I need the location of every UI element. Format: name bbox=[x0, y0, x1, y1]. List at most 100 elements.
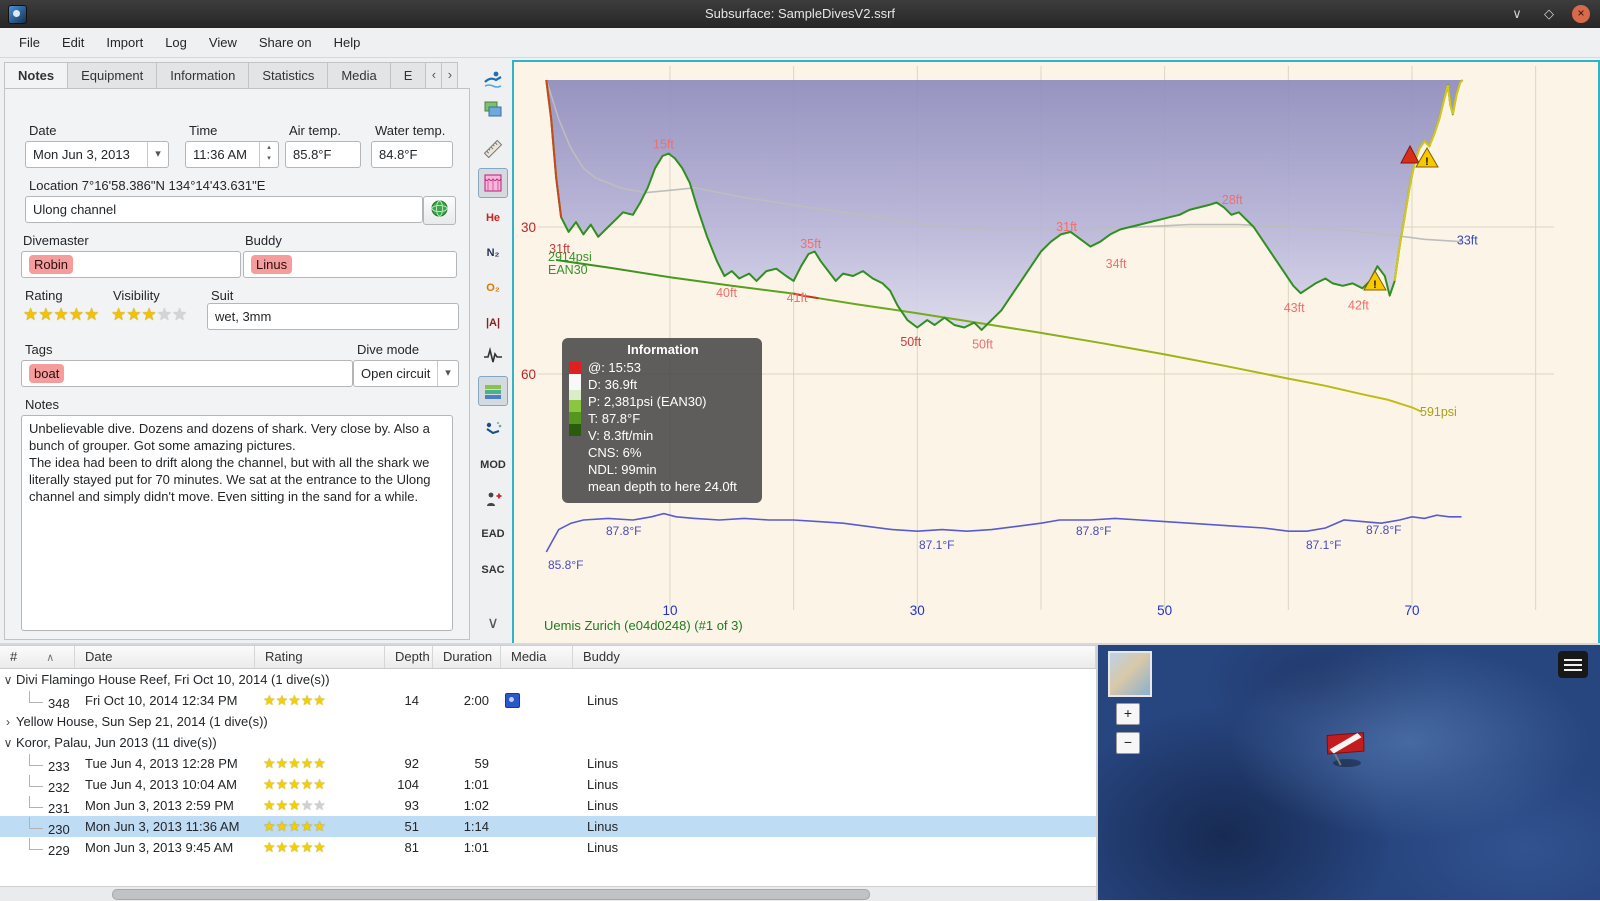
menu-bar: File Edit Import Log View Share on Help bbox=[0, 28, 1600, 58]
ead-icon[interactable]: EAD bbox=[478, 519, 508, 549]
trip-label: Yellow House, Sun Sep 21, 2014 (1 dive(s… bbox=[16, 714, 268, 729]
close-button[interactable]: × bbox=[1572, 5, 1590, 23]
air-temp-field[interactable]: 85.8°F bbox=[285, 141, 361, 168]
menu-help[interactable]: Help bbox=[323, 31, 372, 54]
time-field[interactable]: 11:36 AM ▴ ▾ bbox=[185, 141, 279, 168]
tab-notes[interactable]: Notes bbox=[4, 62, 69, 90]
scrollbar-handle[interactable] bbox=[112, 889, 870, 900]
media-icon[interactable] bbox=[505, 692, 520, 708]
dive-row-233[interactable]: 233 Tue Jun 4, 2013 12:28 PM ★★★★★ 92 59 Linu… bbox=[0, 753, 1096, 774]
dive-profile-panel[interactable]: 31ft 15ft 40ft 41ft 35ft 50ft 50ft 31ft 34ft 28ft… bbox=[512, 60, 1600, 649]
menu-view[interactable]: View bbox=[198, 31, 248, 54]
suit-field[interactable]: wet, 3mm bbox=[207, 303, 459, 330]
collapse-arrow-icon[interactable]: ∨ bbox=[0, 736, 16, 750]
tags-field[interactable]: boat bbox=[21, 360, 353, 387]
dive-flag-marker[interactable] bbox=[1320, 723, 1374, 774]
column-header-num[interactable]: # ∧ bbox=[0, 646, 75, 668]
dive-buddy: Linus bbox=[587, 819, 619, 834]
heart-rate-icon[interactable] bbox=[478, 340, 508, 370]
tab-media[interactable]: Media bbox=[328, 62, 391, 90]
dc-ceiling-icon[interactable] bbox=[478, 168, 508, 198]
minimap-overview[interactable] bbox=[1108, 651, 1152, 697]
menu-file[interactable]: File bbox=[8, 31, 51, 54]
dive-row-230[interactable]: 230 Mon Jun 3, 2013 11:36 AM ★★★★★ 51 1:14 Li… bbox=[0, 816, 1096, 837]
tank-bar-icon[interactable] bbox=[478, 376, 508, 406]
minimize-button[interactable]: ∨ bbox=[1508, 5, 1526, 23]
dive-info-panel: Notes Equipment Information Statistics Media… bbox=[4, 62, 470, 640]
dive-row-229[interactable]: 229 Mon Jun 3, 2013 9:45 AM ★★★★★ 81 1:01 Lin… bbox=[0, 837, 1096, 858]
collapse-arrow-icon[interactable]: ∨ bbox=[0, 673, 16, 687]
map-menu-button[interactable] bbox=[1558, 651, 1588, 678]
column-header-duration[interactable]: Duration bbox=[433, 646, 501, 668]
info-box-line: mean depth to here 24.0ft bbox=[588, 479, 737, 494]
divemaster-field[interactable]: Robin bbox=[21, 251, 241, 278]
helium-graph-icon[interactable]: He bbox=[478, 203, 508, 233]
tab-information[interactable]: Information bbox=[157, 62, 250, 90]
column-header-media[interactable]: Media bbox=[501, 646, 573, 668]
star-icon: ★ bbox=[23, 305, 39, 324]
dive-row-231[interactable]: 231 Mon Jun 3, 2013 2:59 PM ★★★★★ 93 1:02 Lin… bbox=[0, 795, 1096, 816]
dive-row-348[interactable]: 348 Fri Oct 10, 2014 12:34 PM ★★★★★ 14 2:00 L… bbox=[0, 690, 1096, 711]
column-header-rating[interactable]: Rating bbox=[255, 646, 385, 668]
dive-number: 231 bbox=[48, 800, 70, 816]
water-temp-field[interactable]: 84.8°F bbox=[371, 141, 453, 168]
sac-icon[interactable]: SAC bbox=[478, 555, 508, 585]
dive-depth: 92 bbox=[404, 756, 419, 771]
calculated-ceiling-icon[interactable] bbox=[478, 414, 508, 444]
toolbar-scroll-down-icon[interactable]: ∨ bbox=[478, 608, 508, 638]
photos-icon[interactable] bbox=[478, 94, 508, 124]
tab-scroll-left[interactable]: ‹ bbox=[426, 62, 443, 90]
tab-e[interactable]: E bbox=[390, 62, 427, 90]
expand-arrow-icon[interactable]: › bbox=[0, 715, 16, 729]
velocity-legend bbox=[569, 362, 581, 436]
menu-import[interactable]: Import bbox=[95, 31, 154, 54]
menu-log[interactable]: Log bbox=[154, 31, 198, 54]
sac-person-icon[interactable] bbox=[478, 485, 508, 515]
window-title: Subsurface: SampleDivesV2.ssrf bbox=[704, 6, 896, 21]
dive-mode-select[interactable]: Open circuit ▾ bbox=[353, 360, 459, 387]
menu-edit[interactable]: Edit bbox=[51, 31, 95, 54]
nitrogen-graph-icon[interactable]: N₂ bbox=[478, 238, 508, 268]
dive-date: Tue Jun 4, 2013 10:04 AM bbox=[85, 777, 238, 792]
notes-textarea[interactable] bbox=[21, 415, 453, 631]
chevron-down-icon[interactable]: ▾ bbox=[437, 361, 458, 386]
swimmer-icon[interactable] bbox=[478, 64, 508, 94]
tree-branch bbox=[29, 690, 43, 703]
tab-scroll-right[interactable]: › bbox=[442, 62, 459, 90]
air-tissue-icon[interactable]: |A| bbox=[478, 308, 508, 338]
column-header-buddy[interactable]: Buddy bbox=[573, 646, 1096, 668]
dive-trip-row[interactable]: › Yellow House, Sun Sep 21, 2014 (1 dive(… bbox=[0, 711, 1096, 732]
tab-equipment[interactable]: Equipment bbox=[68, 62, 158, 90]
dive-trip-row[interactable]: ∨ Divi Flamingo House Reef, Fri Oct 10, 2… bbox=[0, 669, 1096, 690]
date-field[interactable]: Mon Jun 3, 2013 ▾ bbox=[25, 141, 169, 168]
dive-duration: 59 bbox=[474, 756, 489, 771]
oxygen-graph-icon[interactable]: O₂ bbox=[478, 273, 508, 303]
map-panel[interactable]: + − bbox=[1098, 645, 1600, 900]
buddy-field[interactable]: Linus bbox=[243, 251, 457, 278]
zoom-in-button[interactable]: + bbox=[1116, 703, 1140, 725]
map-globe-button[interactable] bbox=[423, 196, 456, 225]
zoom-out-button[interactable]: − bbox=[1116, 732, 1140, 754]
star-icon: ★ bbox=[300, 777, 314, 792]
star-icon: ★ bbox=[288, 777, 301, 792]
svg-text:10: 10 bbox=[662, 603, 677, 618]
dive-depth: 81 bbox=[404, 840, 419, 855]
horizontal-scrollbar[interactable] bbox=[0, 886, 1096, 901]
ruler-icon[interactable] bbox=[478, 134, 508, 164]
svg-text:!: ! bbox=[1425, 156, 1429, 168]
dive-list-header[interactable]: # ∧ Date Rating Depth Duration Media Buddy bbox=[0, 646, 1096, 669]
dive-trip-row[interactable]: ∨ Koror, Palau, Jun 2013 (11 dive(s)) bbox=[0, 732, 1096, 753]
notes-tab-content: Date Mon Jun 3, 2013 ▾ Time 11:36 AM ▴ ▾ A… bbox=[4, 88, 470, 640]
column-header-depth[interactable]: Depth bbox=[385, 646, 433, 668]
dive-row-232[interactable]: 232 Tue Jun 4, 2013 10:04 AM ★★★★★ 104 1:01 L… bbox=[0, 774, 1096, 795]
mod-icon[interactable]: MOD bbox=[478, 450, 508, 480]
rating-stars[interactable]: ★ ★ ★ ★ ★ bbox=[23, 306, 99, 324]
spinner-arrows-icon[interactable]: ▴ ▾ bbox=[259, 142, 278, 167]
tab-statistics[interactable]: Statistics bbox=[249, 62, 329, 90]
maximize-button[interactable]: ◇ bbox=[1540, 5, 1558, 23]
menu-share-on[interactable]: Share on bbox=[248, 31, 323, 54]
chevron-down-icon[interactable]: ▾ bbox=[147, 142, 168, 167]
location-field[interactable]: Ulong channel bbox=[25, 196, 423, 223]
visibility-stars[interactable]: ★ ★ ★ ★ ★ bbox=[111, 306, 187, 324]
column-header-date[interactable]: Date bbox=[75, 646, 255, 668]
